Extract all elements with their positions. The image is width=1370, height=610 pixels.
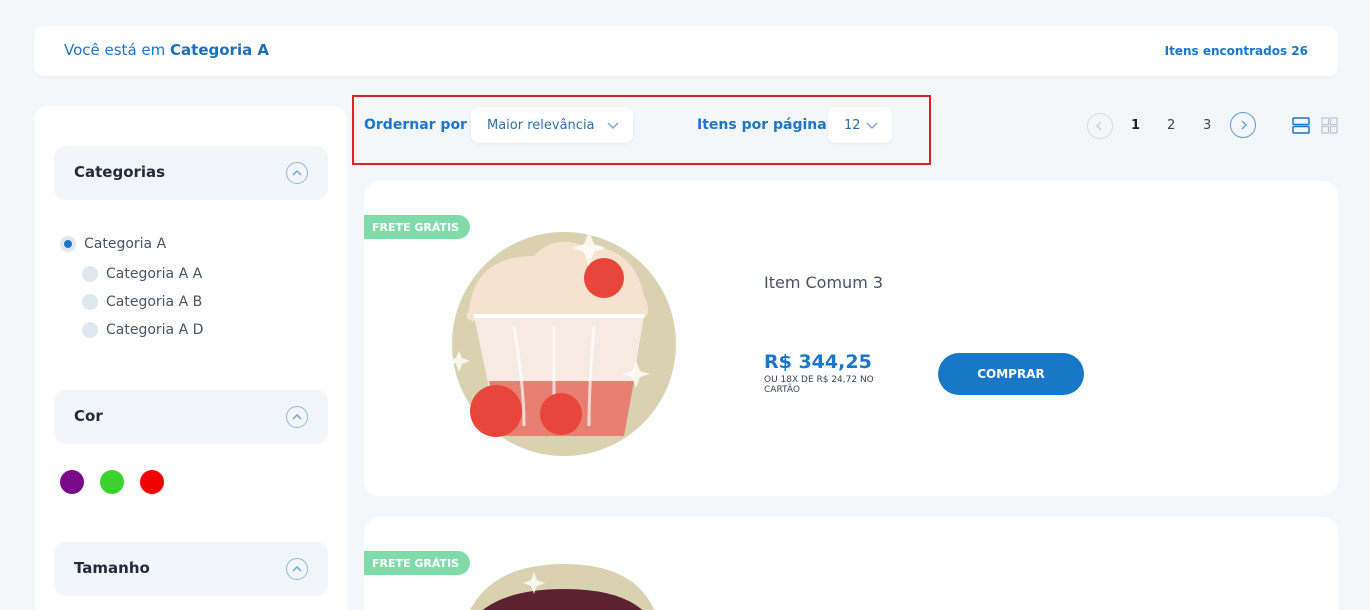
chevron-down-icon	[607, 122, 619, 129]
radio-selected-icon[interactable]	[60, 236, 76, 252]
chevron-right-icon	[1241, 120, 1247, 130]
results-count: Itens encontrados 26	[1164, 44, 1308, 58]
sort-label: Ordernar por	[364, 117, 467, 133]
product-card[interactable]: FRETE GRÁTIS Item Comum 3 R$ 344,25 OU 1…	[364, 181, 1338, 496]
category-option[interactable]: Categoria A B	[82, 294, 202, 310]
color-swatch-green[interactable]	[100, 470, 124, 494]
sort-value: Maior relevância	[487, 117, 595, 133]
product-card[interactable]: FRETE GRÁTIS	[364, 517, 1338, 610]
chevron-up-icon[interactable]	[286, 406, 308, 428]
color-swatch-purple[interactable]	[60, 470, 84, 494]
radio-icon[interactable]	[82, 294, 98, 310]
list-view-icon[interactable]	[1292, 117, 1310, 134]
filter-categories-header[interactable]: Categorias	[54, 146, 328, 200]
product-installments: OU 18X DE R$ 24,72 NO CARTÃO	[764, 375, 874, 395]
chevron-down-icon	[866, 122, 878, 129]
category-label: Categoria A B	[106, 294, 203, 310]
breadcrumb-bar: Você está em Categoria A Itens encontrad…	[34, 26, 1338, 76]
filter-categories-title: Categorias	[74, 163, 166, 181]
category-option[interactable]: Categoria A A	[82, 266, 202, 282]
grid-view-icon[interactable]	[1321, 117, 1338, 134]
category-option[interactable]: Categoria A D	[82, 322, 203, 338]
sort-select[interactable]: Maior relevância	[471, 107, 633, 143]
breadcrumb: Você está em Categoria A	[64, 41, 269, 59]
chevron-up-icon[interactable]	[286, 162, 308, 184]
page-1[interactable]: 1	[1131, 118, 1140, 133]
radio-icon[interactable]	[82, 322, 98, 338]
chevron-up-icon[interactable]	[286, 558, 308, 580]
product-image[interactable]	[464, 564, 664, 610]
next-page-button[interactable]	[1230, 112, 1256, 138]
product-name[interactable]: Item Comum 3	[764, 273, 883, 292]
product-image[interactable]	[444, 216, 694, 466]
radio-icon[interactable]	[82, 266, 98, 282]
product-price: R$ 344,25	[764, 351, 872, 373]
color-swatch-red[interactable]	[140, 470, 164, 494]
page-2[interactable]: 2	[1167, 118, 1175, 133]
category-option[interactable]: Categoria A	[60, 236, 166, 252]
category-label: Categoria A A	[106, 266, 203, 282]
filter-sidebar: Categorias Categoria A Categoria A A Cat…	[34, 106, 347, 610]
page-3[interactable]: 3	[1203, 118, 1211, 133]
filter-color-header[interactable]: Cor	[54, 390, 328, 444]
category-label: Categoria A	[84, 236, 167, 252]
buy-button[interactable]: COMPRAR	[938, 353, 1084, 395]
chevron-left-icon	[1096, 121, 1102, 131]
prev-page-button[interactable]	[1087, 113, 1113, 139]
filter-color-title: Cor	[74, 407, 103, 425]
per-page-label: Itens por página	[697, 117, 827, 133]
category-label: Categoria A D	[106, 322, 204, 338]
per-page-value: 12	[844, 117, 861, 133]
breadcrumb-prefix: Você está em	[64, 41, 166, 59]
per-page-select[interactable]: 12	[828, 107, 892, 143]
breadcrumb-current[interactable]: Categoria A	[170, 41, 269, 59]
filter-size-title: Tamanho	[74, 559, 150, 577]
free-shipping-badge: FRETE GRÁTIS	[364, 551, 470, 575]
filter-size-header[interactable]: Tamanho	[54, 542, 328, 596]
